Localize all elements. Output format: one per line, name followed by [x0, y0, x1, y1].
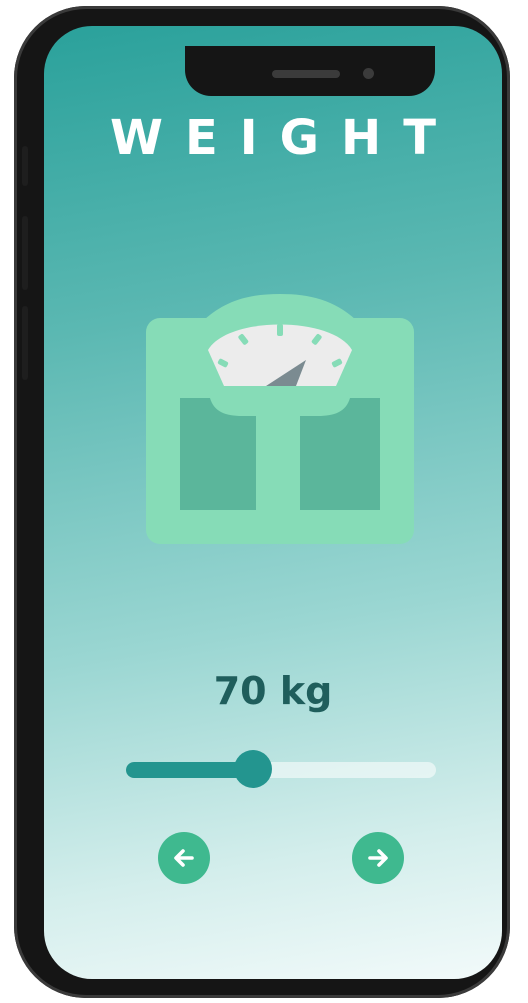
- slider-thumb[interactable]: [234, 750, 273, 788]
- page-title: WEIGHT: [110, 110, 458, 166]
- previous-button[interactable]: [158, 832, 210, 884]
- bathroom-scale-icon: [146, 294, 414, 544]
- next-button[interactable]: [352, 832, 404, 884]
- volume-up-button: [22, 216, 28, 290]
- silent-switch: [22, 146, 28, 186]
- arrow-right-icon: [368, 849, 388, 867]
- app-screen: WEIGHT 70 kg: [44, 26, 502, 979]
- arrow-left-icon: [174, 849, 194, 867]
- weight-value-label: 70 kg: [213, 669, 333, 713]
- front-camera: [363, 68, 374, 79]
- speaker-grille: [272, 70, 340, 78]
- phone-frame: WEIGHT 70 kg: [14, 6, 510, 998]
- weight-slider[interactable]: [126, 750, 436, 790]
- volume-down-button: [22, 306, 28, 380]
- phone-notch: [185, 46, 435, 96]
